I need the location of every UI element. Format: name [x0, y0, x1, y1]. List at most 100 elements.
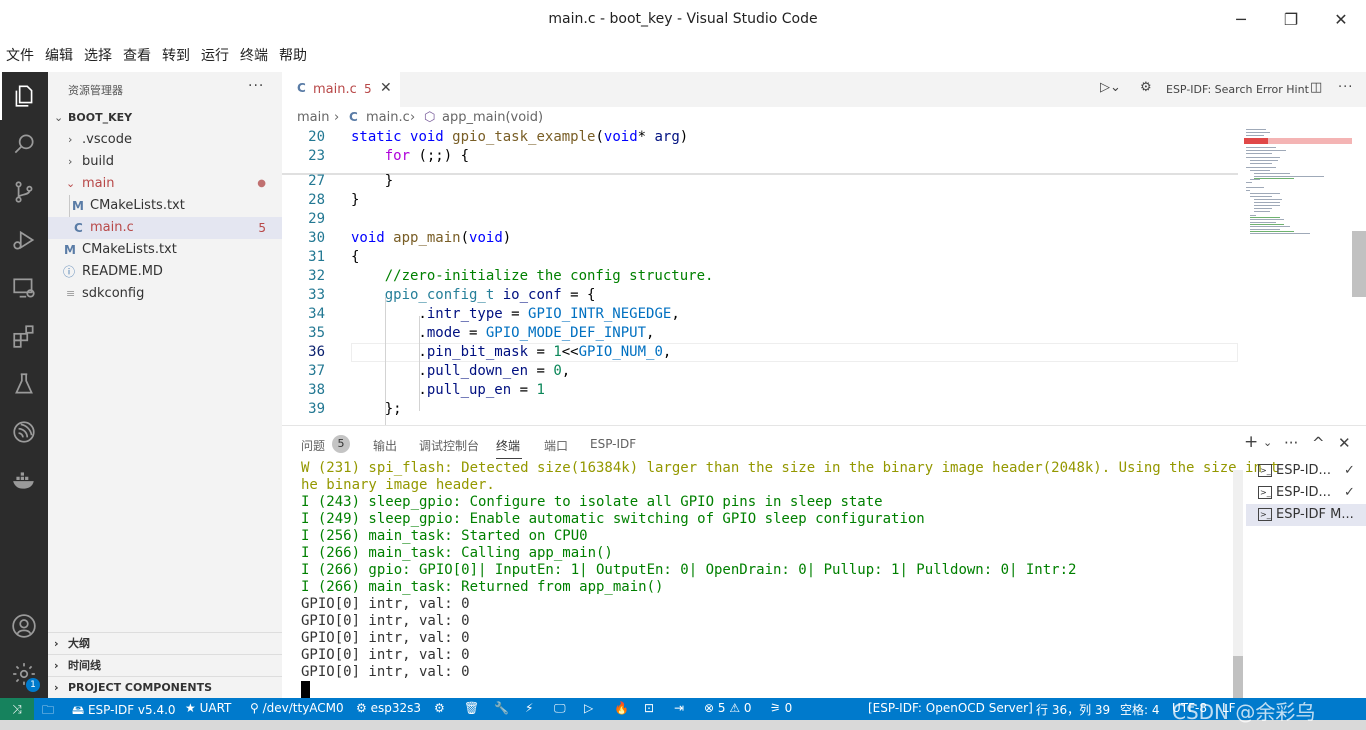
- line-number: 27: [308, 173, 325, 189]
- terminal-line: I (256) main_task: Started on CPU0: [301, 528, 588, 544]
- more-actions-icon[interactable]: ···: [248, 78, 264, 94]
- menu-go[interactable]: 转到: [156, 44, 195, 68]
- tab-ports[interactable]: 端口: [544, 437, 568, 454]
- tree-item-build[interactable]: › build: [48, 151, 282, 173]
- breadcrumb-sep: ›: [410, 110, 416, 125]
- breadcrumb-folder[interactable]: main: [297, 110, 329, 125]
- terminal-item[interactable]: >_ ESP-ID... ✓: [1246, 460, 1366, 482]
- project-components-section[interactable]: › PROJECT COMPONENTS: [48, 676, 282, 698]
- code-editor[interactable]: 20 static void gpio_task_example(void* a…: [282, 129, 1366, 425]
- testing-icon[interactable]: [0, 360, 48, 408]
- timeline-section[interactable]: › 时间线: [48, 654, 282, 676]
- docker-icon[interactable]: [0, 456, 48, 504]
- root-folder-label: BOOT_KEY: [68, 111, 133, 124]
- tree-item-cmakelists[interactable]: M CMakeLists.txt: [48, 239, 282, 261]
- source-control-icon[interactable]: [0, 168, 48, 216]
- tree-item-readme[interactable]: ⓘ README.MD: [48, 261, 282, 283]
- ports-indicator[interactable]: ⚞ 0: [770, 701, 792, 715]
- cursor-position[interactable]: 行 36，列 39: [1036, 701, 1110, 718]
- wrench-icon[interactable]: 🔧: [494, 701, 509, 715]
- line-number: 38: [308, 382, 325, 398]
- tree-item-main-c[interactable]: C main.c 5: [48, 217, 282, 239]
- menu-run[interactable]: 运行: [195, 44, 234, 68]
- build-flash-monitor-icon[interactable]: ⇥: [674, 701, 684, 715]
- explorer-icon[interactable]: [0, 72, 48, 120]
- remote-indicator[interactable]: ⤨: [0, 698, 34, 720]
- chevron-down-icon[interactable]: ⌄: [1263, 436, 1272, 449]
- terminal-item[interactable]: >_ ESP-ID... ✓: [1246, 482, 1366, 504]
- debug-icon[interactable]: ▷: [584, 701, 593, 715]
- tab-main-c[interactable]: C main.c 5 ✕: [282, 72, 400, 107]
- extensions-icon[interactable]: [0, 312, 48, 360]
- split-editor-icon[interactable]: ◫: [1310, 80, 1322, 95]
- flash-method[interactable]: ★ UART: [185, 701, 231, 715]
- tab-output[interactable]: 输出: [373, 437, 397, 454]
- monitor-icon[interactable]: 🖵: [554, 701, 566, 716]
- menu-terminal[interactable]: 终端: [234, 44, 273, 68]
- terminal-output[interactable]: W (231) spi_flash: Detected size(16384k)…: [301, 460, 1279, 681]
- search-icon[interactable]: [0, 120, 48, 168]
- menu-file[interactable]: 文件: [0, 44, 39, 68]
- tree-item-main-cmakelists[interactable]: M CMakeLists.txt: [48, 195, 282, 217]
- terminal-cursor: [301, 681, 310, 698]
- more-actions-icon[interactable]: ···: [1284, 434, 1298, 452]
- tree-item-vscode[interactable]: › .vscode: [48, 129, 282, 151]
- terminal-icon[interactable]: ⊡: [644, 701, 654, 715]
- tree-root[interactable]: ⌄ BOOT_KEY: [48, 107, 282, 129]
- indentation[interactable]: 空格: 4: [1120, 701, 1160, 718]
- esp-idf-icon[interactable]: [0, 408, 48, 456]
- outline-section[interactable]: › 大纲: [48, 632, 282, 654]
- run-debug-dropdown-icon[interactable]: ▷⌄: [1100, 80, 1121, 95]
- tab-problems[interactable]: 问题: [301, 437, 325, 454]
- breadcrumb-file[interactable]: main.c: [366, 110, 410, 125]
- trash-icon[interactable]: 🗑: [464, 701, 479, 715]
- tree-item-sdkconfig[interactable]: ≡ sdkconfig: [48, 283, 282, 305]
- cube-icon: ⬡: [424, 110, 436, 125]
- maximize-button[interactable]: ❐: [1278, 8, 1304, 32]
- terminal-name: ESP-ID...: [1276, 485, 1331, 500]
- menu-view[interactable]: 查看: [117, 44, 156, 68]
- maximize-panel-icon[interactable]: ^: [1312, 434, 1325, 452]
- terminal-item-active[interactable]: >_ ESP-IDF M...: [1246, 504, 1366, 526]
- close-tab-icon[interactable]: ✕: [380, 80, 392, 96]
- minimize-button[interactable]: ─: [1228, 8, 1254, 32]
- code-line: }: [351, 173, 394, 189]
- folder-icon[interactable]: 🗀: [42, 701, 54, 722]
- flame-icon[interactable]: 🔥: [614, 701, 629, 715]
- target-chip[interactable]: ⚙ esp32s3: [356, 701, 421, 715]
- close-panel-icon[interactable]: ✕: [1338, 434, 1351, 452]
- breadcrumb-symbol[interactable]: app_main(void): [442, 110, 543, 125]
- tab-esp-idf[interactable]: ESP-IDF: [590, 437, 636, 451]
- tree-item-label: main: [82, 176, 115, 191]
- tab-debug-console[interactable]: 调试控制台: [419, 437, 479, 454]
- settings-icon[interactable]: 1: [0, 650, 48, 698]
- gear-icon[interactable]: ⚙: [434, 701, 445, 715]
- menu-edit[interactable]: 编辑: [39, 44, 78, 68]
- remote-explorer-icon[interactable]: [0, 264, 48, 312]
- editor-scrollbar[interactable]: [1352, 231, 1366, 297]
- search-error-hint-button[interactable]: ESP-IDF: Search Error Hint: [1166, 83, 1309, 96]
- code-line: .pin_bit_mask = 1<<GPIO_NUM_0,: [351, 344, 672, 360]
- close-window-button[interactable]: ✕: [1328, 8, 1354, 32]
- new-terminal-icon[interactable]: +: [1244, 432, 1258, 452]
- gear-icon[interactable]: ⚙: [1140, 80, 1152, 95]
- terminal-icon: >_: [1258, 508, 1272, 521]
- window-title: main.c - boot_key - Visual Studio Code: [548, 11, 818, 27]
- code-line: }: [351, 192, 360, 208]
- serial-port[interactable]: ⚲ /dev/ttyACM0: [250, 701, 344, 715]
- menu-selection[interactable]: 选择: [78, 44, 117, 68]
- code-line: static void gpio_task_example(void* arg): [351, 129, 689, 145]
- esp-idf-version[interactable]: 🖴 ESP-IDF v5.4.0: [72, 701, 176, 722]
- tab-terminal[interactable]: 终端: [496, 437, 520, 454]
- more-actions-icon[interactable]: ···: [1338, 80, 1353, 95]
- run-debug-icon[interactable]: [0, 216, 48, 264]
- code-line: gpio_config_t io_conf = {: [384, 287, 596, 303]
- account-icon[interactable]: [0, 602, 48, 650]
- tree-item-main-folder[interactable]: ⌄ main ●: [48, 173, 282, 195]
- openocd-server[interactable]: [ESP-IDF: OpenOCD Server]: [868, 701, 1033, 715]
- flash-icon[interactable]: ⚡: [525, 701, 533, 715]
- terminal-scrollbar[interactable]: [1233, 470, 1243, 698]
- menu-help[interactable]: 帮助: [273, 44, 312, 68]
- problems-indicator[interactable]: ⊗ 5 ⚠ 0: [704, 701, 752, 715]
- minimap[interactable]: [1244, 129, 1356, 425]
